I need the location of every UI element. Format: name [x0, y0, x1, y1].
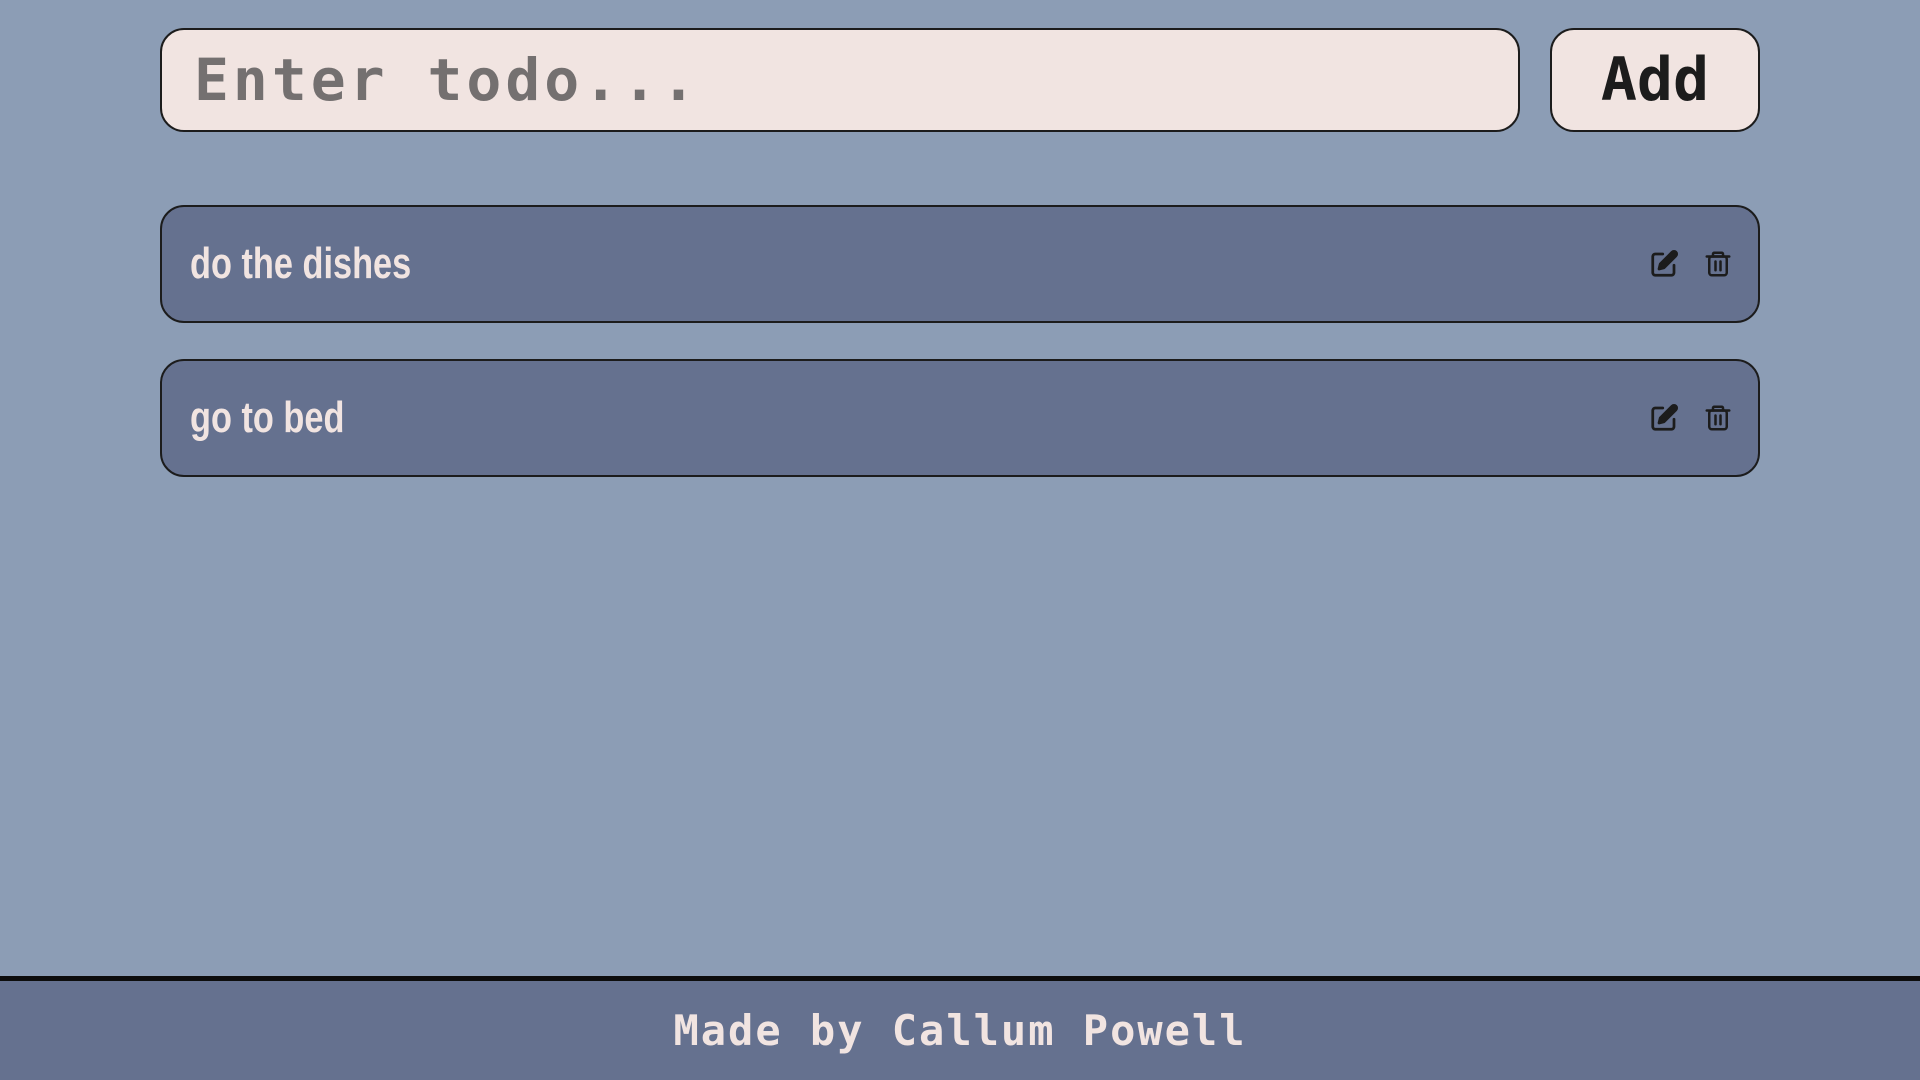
todo-text: go to bed	[190, 393, 345, 442]
todo-item: do the dishes	[160, 205, 1760, 323]
footer-credit: Made by Callum Powell	[673, 1006, 1247, 1055]
trash-icon[interactable]	[1700, 246, 1736, 282]
todo-input[interactable]	[160, 28, 1520, 132]
todo-text: do the dishes	[190, 239, 412, 288]
add-todo-form: Add	[160, 28, 1760, 132]
todo-app: Add do the dishes go to bed	[0, 0, 1920, 1080]
trash-icon[interactable]	[1700, 400, 1736, 436]
edit-icon[interactable]	[1646, 400, 1682, 436]
footer: Made by Callum Powell	[0, 976, 1920, 1080]
add-button[interactable]: Add	[1550, 28, 1760, 132]
todo-item: go to bed	[160, 359, 1760, 477]
todo-list: do the dishes go to bed	[160, 205, 1760, 513]
edit-icon[interactable]	[1646, 246, 1682, 282]
